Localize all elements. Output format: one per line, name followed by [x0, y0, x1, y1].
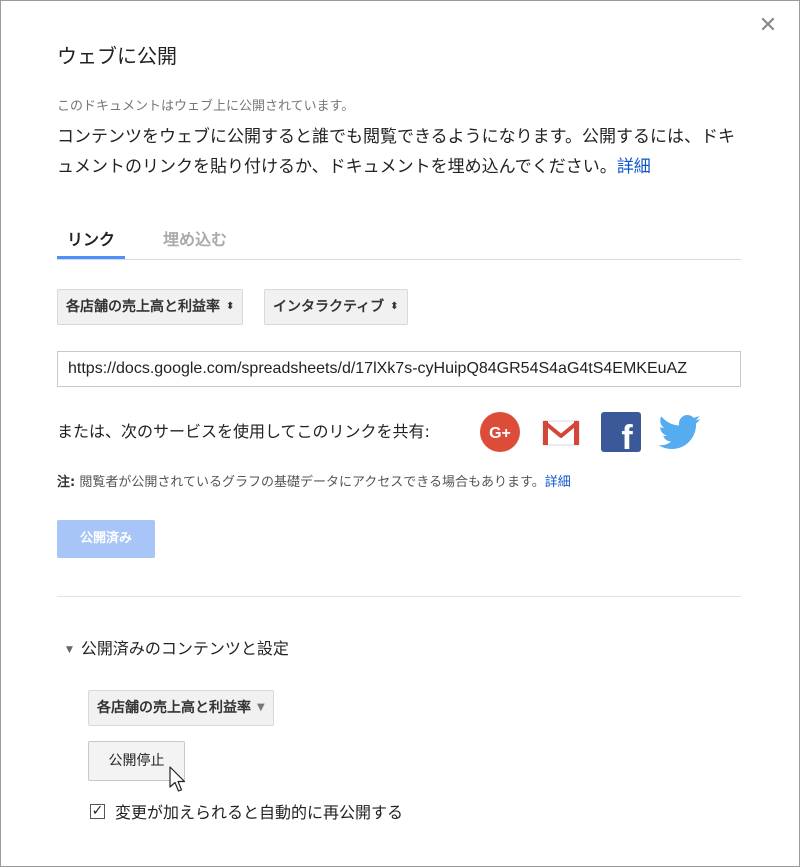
tab-link[interactable]: リンク — [57, 222, 126, 259]
content-select[interactable]: 各店舗の売上高と利益率 ▼ — [88, 690, 274, 726]
note: 注: 閲覧者が公開されているグラフの基礎データにアクセスできる場合もあります。詳… — [57, 471, 571, 490]
facebook-icon[interactable]: f — [600, 411, 642, 457]
section-label: 公開済みのコンテンツと設定 — [80, 639, 289, 658]
close-icon[interactable]: ✕ — [757, 15, 779, 37]
share-label: または、次のサービスを使用してこのリンクを共有: — [57, 422, 430, 441]
facebook-text: f — [621, 419, 633, 453]
auto-republish-row[interactable]: ✓ 変更が加えられると自動的に再公開する — [90, 799, 403, 823]
tab-embed[interactable]: 埋め込む — [153, 222, 237, 255]
auto-republish-label: 変更が加えられると自動的に再公開する — [115, 803, 404, 822]
sheet-select[interactable]: 各店舗の売上高と利益率 ⬍ — [57, 289, 244, 325]
format-select-value: インタラクティブ — [273, 299, 385, 315]
link-url-field[interactable]: https://docs.google.com/spreadsheets/d/1… — [57, 351, 741, 387]
triangle-down-icon: ▼ — [66, 644, 73, 655]
format-select[interactable]: インタラクティブ ⬍ — [264, 289, 408, 325]
sheet-select-value: 各店舗の売上高と利益率 — [66, 299, 220, 315]
content-select-value: 各店舗の売上高と利益率 — [97, 700, 251, 716]
tab-bar: リンク 埋め込む — [57, 222, 741, 260]
note-prefix: 注: — [57, 475, 76, 490]
published-content-settings-toggle[interactable]: ▼ 公開済みのコンテンツと設定 — [66, 635, 289, 659]
description: コンテンツをウェブに公開すると誰でも閲覧できるようになります。公開するには、ドキ… — [57, 122, 747, 182]
twitter-icon[interactable] — [658, 411, 701, 453]
details-link[interactable]: 詳細 — [617, 157, 651, 177]
divider — [57, 596, 741, 597]
publish-status: このドキュメントはウェブ上に公開されています。 — [57, 99, 355, 114]
dialog-title: ウェブに公開 — [57, 44, 177, 68]
note-text: 閲覧者が公開されているグラフの基礎データにアクセスできる場合もあります。 — [79, 475, 545, 490]
mouse-cursor-icon — [168, 766, 188, 798]
published-button: 公開済み — [57, 520, 155, 558]
dropdown-arrow-icon: ▼ — [257, 702, 265, 713]
sort-arrows-icon: ⬍ — [226, 301, 235, 312]
sort-arrows-icon: ⬍ — [390, 301, 399, 312]
note-details-link[interactable]: 詳細 — [545, 475, 571, 490]
google-plus-text: G+ — [489, 425, 511, 442]
auto-republish-checkbox[interactable]: ✓ — [90, 804, 105, 819]
gmail-icon[interactable] — [540, 411, 582, 453]
google-plus-icon[interactable]: G+ — [479, 411, 521, 453]
